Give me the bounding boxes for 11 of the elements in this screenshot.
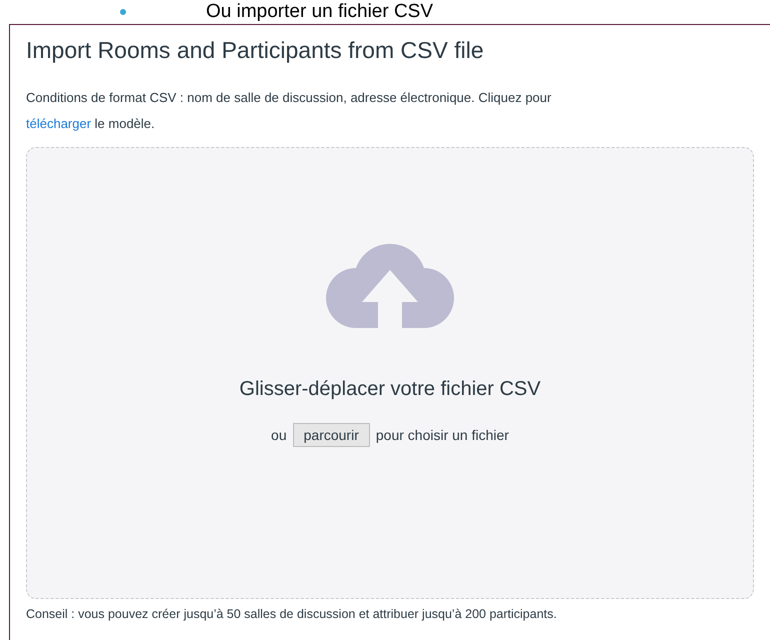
download-link[interactable]: télécharger [26, 116, 92, 131]
drop-heading: Glisser-déplacer votre fichier CSV [239, 378, 541, 401]
or-text: ou [271, 427, 287, 443]
bullet-icon [120, 9, 126, 15]
dialog-title: Import Rooms and Participants from CSV file [26, 36, 485, 65]
bullet-text: Ou importer un fichier CSV [206, 1, 434, 23]
instructions-text: Conditions de format CSV : nom de salle de discussion, adresse électronique. Cliquez pour télécharger le modèle. [26, 89, 552, 133]
browse-button[interactable]: parcourir [292, 423, 370, 447]
tip-text: Conseil : vous pouvez créer jusqu’à 50 salles de discussion et attribuer jusqu’à 200 participants. [26, 607, 558, 621]
drop-zone[interactable]: Glisser-déplacer votre fichier CSV ou parcourir pour choisir un fichier [26, 147, 754, 599]
choose-file-text: pour choisir un fichier [376, 427, 509, 443]
